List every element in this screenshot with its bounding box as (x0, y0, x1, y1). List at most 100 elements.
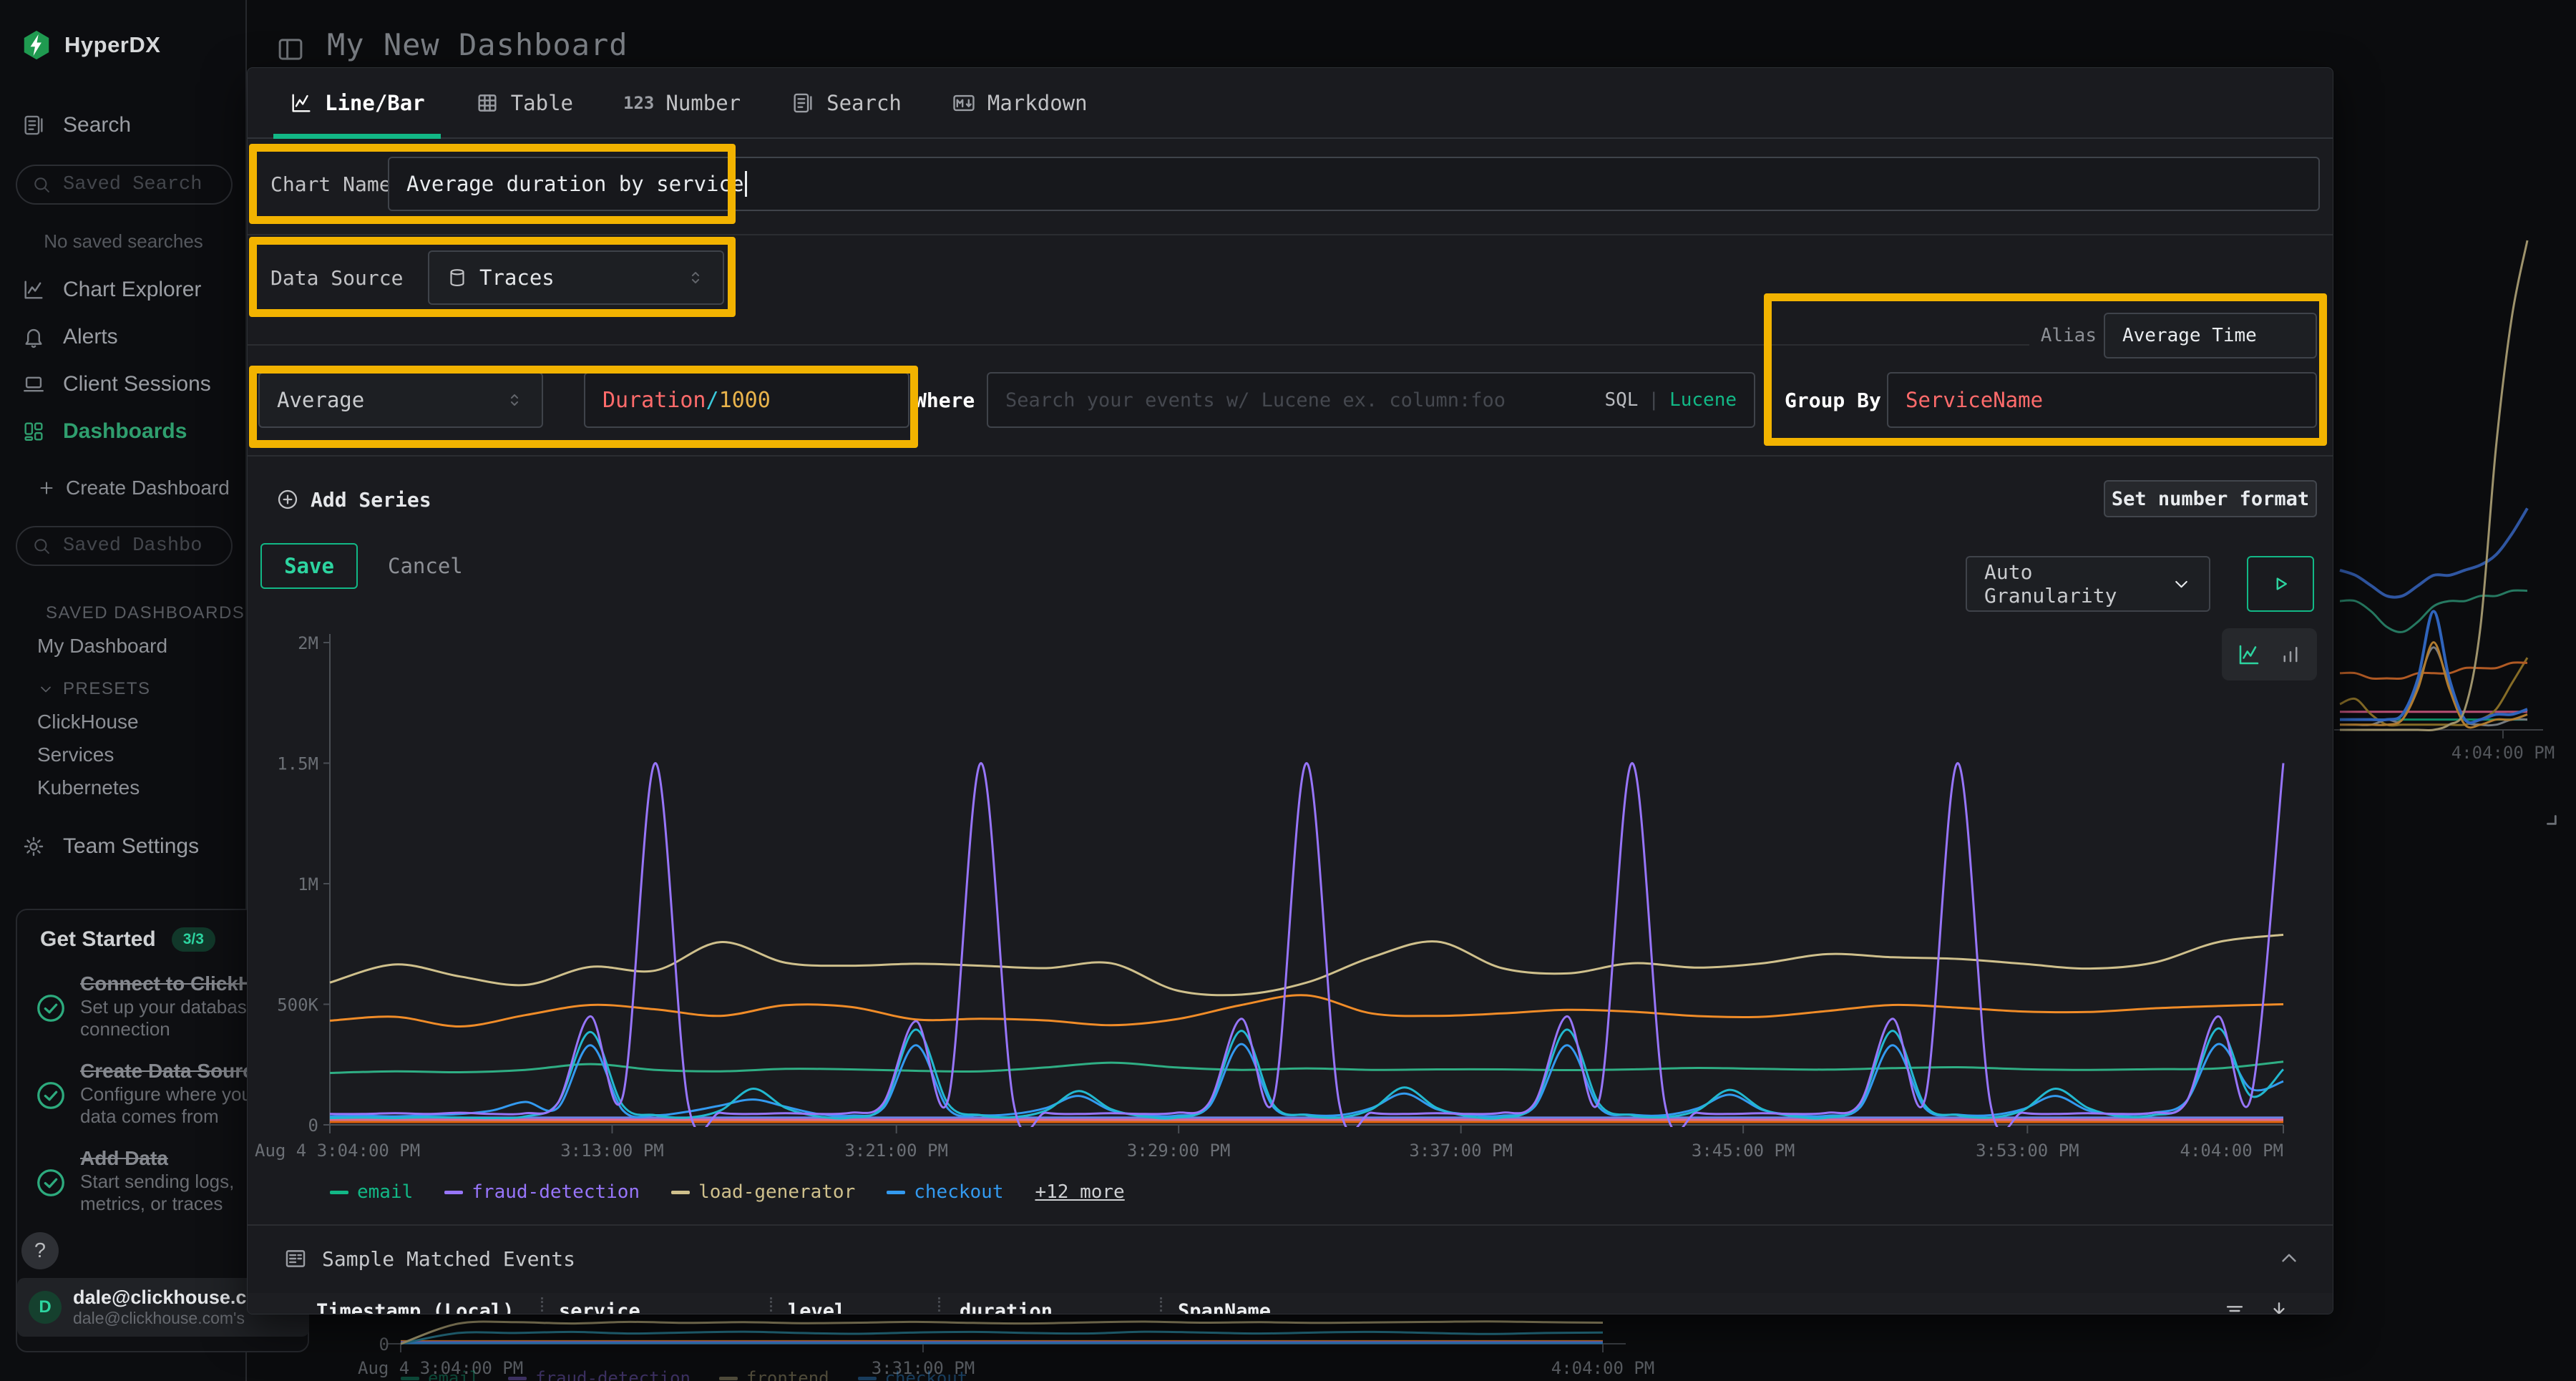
legend-more-link[interactable]: +12 more (1035, 1181, 1124, 1203)
md-icon (952, 91, 976, 115)
sidebar-item-dashboards[interactable]: Dashboards (21, 408, 236, 455)
column-separator[interactable] (1160, 1297, 1162, 1314)
svg-text:3:29:00 PM: 3:29:00 PM (1127, 1141, 1231, 1161)
events-table-header: Timestamp (Local) service level duration Spa… (248, 1293, 2333, 1314)
alias-input[interactable]: Average Time (2104, 313, 2317, 358)
play-icon (2268, 572, 2293, 596)
brand-name: HyperDX (64, 32, 160, 58)
where-label: Where (914, 372, 975, 428)
legend-item[interactable]: +12 more (1035, 1181, 1124, 1203)
sidebar-item-client-sessions[interactable]: Client Sessions (21, 361, 236, 408)
filter-icon[interactable] (2223, 1299, 2247, 1314)
chevron-down-icon (37, 680, 54, 698)
edit-chart-modal: Line/Bar Table 123Number Search Markdown Cha… (247, 67, 2333, 1314)
chart-name-input[interactable]: Average duration by service (388, 157, 2320, 211)
legend-item[interactable]: checkout (887, 1181, 1003, 1203)
collapse-section-icon[interactable] (2277, 1246, 2301, 1270)
column-header-service[interactable]: service (559, 1300, 640, 1314)
column-header-spanname[interactable]: SpanName (1178, 1300, 1271, 1314)
svg-text:2M: 2M (298, 633, 318, 653)
svg-text:1.5M: 1.5M (277, 754, 318, 774)
save-button[interactable]: Save (260, 543, 358, 589)
add-series-button[interactable]: Add Series (276, 479, 431, 519)
text-cursor (745, 171, 747, 197)
saved-dashboards-field[interactable] (62, 535, 205, 557)
group-by-input[interactable]: ServiceName (1887, 372, 2317, 428)
svg-text:Aug 4 3:04:00 PM: Aug 4 3:04:00 PM (255, 1141, 420, 1161)
tab-search[interactable]: Search (775, 69, 917, 137)
sidebar-item-alerts[interactable]: Alerts (21, 313, 236, 361)
svg-text:4:04:00 PM: 4:04:00 PM (2180, 1141, 2284, 1161)
column-header-timestamp-local-[interactable]: Timestamp (Local) (316, 1300, 514, 1314)
lang-sql[interactable]: SQL (1604, 389, 1638, 411)
tab-number[interactable]: 123Number (608, 69, 756, 137)
app-root: HyperDX Search No saved searches Chart E… (0, 0, 2576, 1381)
lang-lucene[interactable]: Lucene (1669, 389, 1737, 411)
tab-markdown[interactable]: Markdown (936, 69, 1103, 137)
sample-matched-events-header[interactable]: Sample Matched Events (283, 1241, 575, 1276)
column-separator[interactable] (770, 1297, 772, 1314)
number-icon: 123 (623, 93, 654, 113)
legend-item[interactable]: email (401, 1368, 479, 1381)
svg-text:3:45:00 PM: 3:45:00 PM (1692, 1141, 1795, 1161)
legend-item[interactable]: checkout (858, 1368, 968, 1381)
legend-item[interactable]: email (330, 1181, 413, 1203)
legend-item[interactable]: frontend (719, 1368, 829, 1381)
svg-text:3:53:00 PM: 3:53:00 PM (1976, 1141, 2079, 1161)
cancel-button[interactable]: Cancel (388, 543, 463, 589)
granularity-select[interactable]: Auto Granularity (1966, 556, 2210, 612)
sidebar-item-kubernetes[interactable]: Kubernetes (37, 771, 238, 804)
saved-dashboards-input[interactable] (16, 526, 233, 566)
saved-searches-field[interactable] (62, 173, 205, 196)
column-separator[interactable] (541, 1297, 543, 1314)
data-source-select[interactable]: Traces (428, 250, 724, 305)
brand[interactable]: HyperDX (20, 29, 160, 62)
page-title[interactable]: My New Dashboard (327, 27, 628, 62)
plus-icon (37, 479, 56, 497)
legend-item[interactable]: load-generator (671, 1181, 855, 1203)
search-icon (31, 536, 52, 556)
background-chart-legend: email fraud-detection frontend checkout (401, 1368, 967, 1381)
help-button[interactable]: ? (21, 1232, 59, 1269)
get-started-title: Get Started (40, 927, 156, 952)
section-label[interactable]: SAVED DASHBOARDS (37, 597, 238, 630)
download-icon[interactable] (2267, 1299, 2291, 1314)
saved-searches-input[interactable] (16, 165, 233, 205)
svg-text:3:21:00 PM: 3:21:00 PM (844, 1141, 948, 1161)
sidebar-item-services[interactable]: Services (37, 738, 238, 771)
field-expression: Duration/1000 (602, 388, 771, 413)
legend-item[interactable]: fraud-detection (508, 1368, 691, 1381)
legend-item[interactable]: fraud-detection (444, 1181, 640, 1203)
set-number-format-button[interactable]: Set number format (2104, 480, 2317, 517)
sidebar-sections: SAVED DASHBOARDSMy Dashboard PRESETSClick… (37, 587, 238, 804)
column-separator[interactable] (938, 1297, 940, 1314)
list-icon (283, 1246, 308, 1271)
check-circle-icon (34, 1079, 67, 1112)
chart-icon (21, 278, 46, 302)
chart-name-label: Chart Name (270, 157, 391, 211)
section-label[interactable]: PRESETS (37, 673, 238, 706)
svg-text:0: 0 (308, 1116, 318, 1136)
aggregation-select[interactable]: Average (258, 372, 543, 428)
sidebar-item-search[interactable]: Search (21, 113, 131, 137)
resize-handle-icon[interactable] (2532, 800, 2560, 829)
column-header-level[interactable]: level (788, 1300, 846, 1314)
tab-line-bar[interactable]: Line/Bar (273, 69, 441, 137)
create-dashboard-button[interactable]: Create Dashboard (37, 477, 230, 499)
svg-text:500K: 500K (277, 995, 318, 1015)
sidebar-item-clickhouse[interactable]: ClickHouse (37, 706, 238, 738)
collapse-sidebar-icon[interactable] (275, 34, 306, 64)
grid-icon (21, 419, 46, 444)
doc-icon (791, 91, 815, 115)
column-header-duration[interactable]: duration (960, 1300, 1053, 1314)
sidebar-nav: Chart ExplorerAlertsClient SessionsDashb… (21, 266, 236, 455)
where-search: SQL | Lucene (987, 372, 1755, 428)
tab-table[interactable]: Table (459, 69, 589, 137)
sidebar-item-my-dashboard[interactable]: My Dashboard (37, 630, 238, 663)
field-expression-input[interactable]: Duration/1000 (584, 372, 909, 428)
line-icon (289, 91, 313, 115)
run-query-button[interactable] (2247, 556, 2314, 612)
avatar: D (29, 1291, 62, 1324)
sidebar-item-chart-explorer[interactable]: Chart Explorer (21, 266, 236, 313)
sidebar-item-team-settings[interactable]: Team Settings (21, 834, 199, 859)
